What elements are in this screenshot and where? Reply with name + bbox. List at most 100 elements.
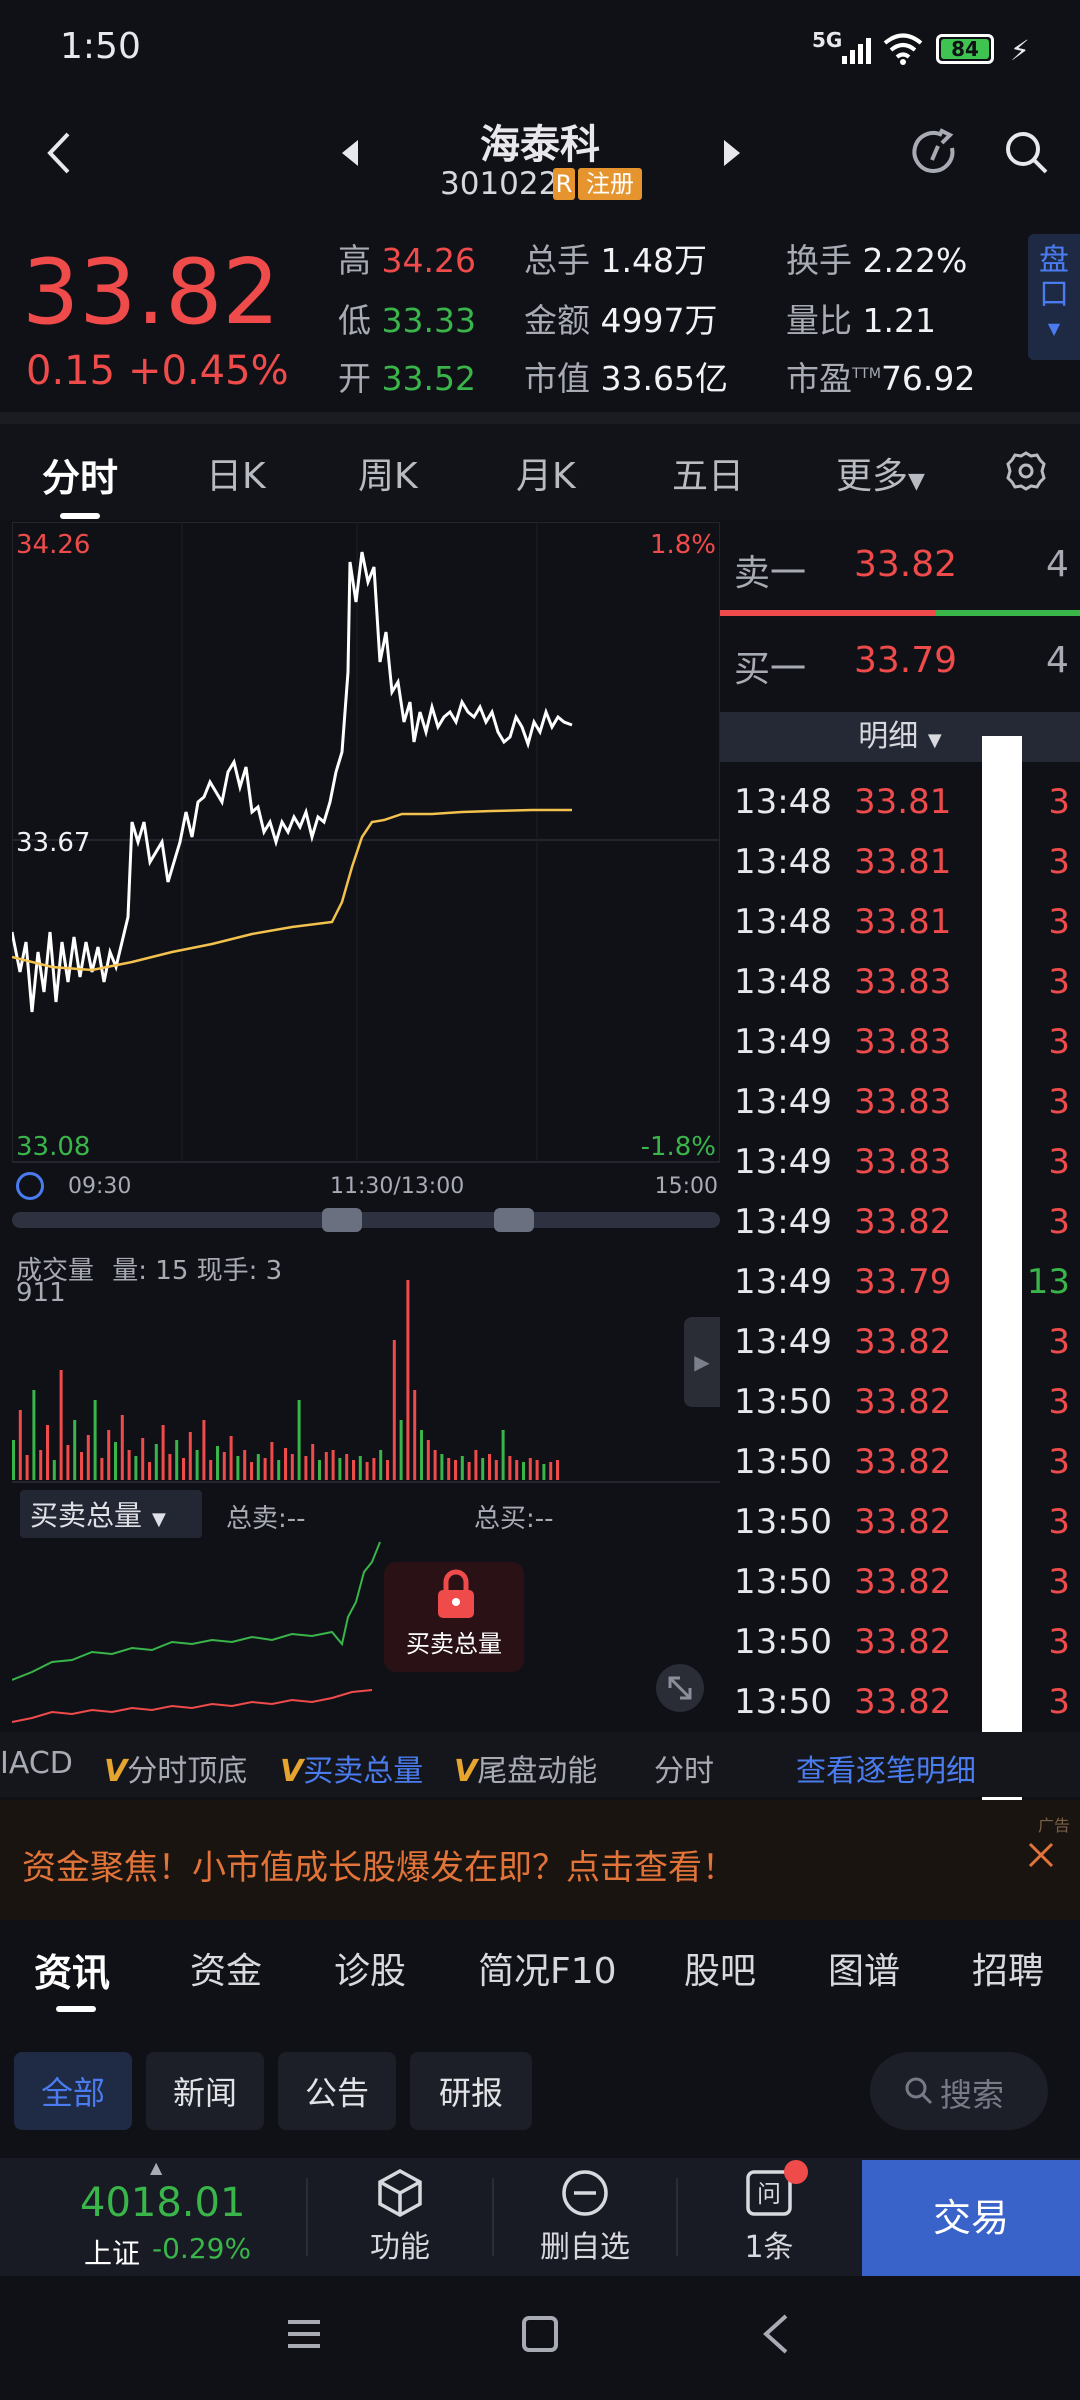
trade-price: 33.79	[854, 1262, 952, 1302]
tab-monthly-k[interactable]: 月K	[516, 447, 576, 499]
filter-all[interactable]: 全部	[14, 2052, 132, 2130]
intraday-chart[interactable]: 34.26 33.67 33.08 1.8% -1.8% 09:30 11:30…	[10, 521, 721, 1732]
current-price: 33.82	[22, 240, 280, 345]
notification-dot	[784, 2160, 808, 2184]
indicator-v2[interactable]: V买卖总量	[280, 1746, 423, 1790]
ad-tag: 广告	[1038, 1816, 1071, 1835]
trade-row: 13:49 33.79 13	[720, 1252, 1080, 1312]
trade-price: 33.82	[854, 1502, 952, 1542]
pct-axis-low: -1.8%	[640, 1132, 716, 1162]
trade-row: 13:48 33.81 3	[720, 832, 1080, 892]
turnover-label: 换手	[786, 241, 852, 280]
high-value: 34.26	[381, 241, 476, 280]
trade-button[interactable]: 交易	[862, 2160, 1080, 2276]
tab-more-label: 更多	[836, 456, 909, 497]
orderbook-side-tab[interactable]: 盘口 ▼	[1028, 234, 1080, 360]
back-nav-icon[interactable]	[758, 2312, 794, 2360]
wifi-icon	[882, 32, 924, 70]
settings-gear-icon[interactable]	[1004, 449, 1048, 497]
tab-daily-k[interactable]: 日K	[206, 447, 266, 499]
pe-label: 市盈	[786, 359, 852, 398]
total-sell-label: 总卖:--	[226, 1504, 306, 1534]
indicator-dropdown[interactable]: 买卖总量 ▼	[20, 1490, 202, 1538]
tab-graph[interactable]: 图谱	[828, 1942, 900, 1994]
back-button[interactable]	[40, 128, 80, 182]
trade-qty: 3	[1048, 782, 1070, 822]
index-value: 4018.01	[80, 2180, 246, 2226]
trade-price: 33.83	[854, 962, 952, 1002]
filter-announcements[interactable]: 公告	[278, 2052, 396, 2130]
tab-forum[interactable]: 股吧	[684, 1942, 756, 1994]
ad-text[interactable]: 资金聚焦！小市值成长股爆发在即？点击查看！	[22, 1840, 736, 1889]
ad-banner[interactable]: 资金聚焦！小市值成长股爆发在即？点击查看！ 广告	[0, 1800, 1080, 1920]
divider	[492, 2178, 494, 2256]
home-icon[interactable]	[520, 2314, 560, 2358]
pe-value: 76.92	[880, 359, 976, 398]
remove-watchlist-button[interactable]: 删自选	[520, 2168, 650, 2266]
stock-name: 海泰科	[480, 122, 600, 168]
view-tick-detail-link[interactable]: 查看逐笔明细	[796, 1746, 976, 1790]
refresh-icon[interactable]	[908, 126, 962, 184]
trade-row: 13:50 33.82 3	[720, 1372, 1080, 1432]
tab-profile-f10[interactable]: 简况F10	[478, 1942, 617, 1994]
indicator-v1[interactable]: V分时顶底	[104, 1746, 247, 1790]
vip-icon: V	[280, 1754, 304, 1789]
active-tab-indicator	[60, 513, 100, 519]
trade-time: 13:50	[734, 1382, 832, 1422]
detail-label: 明细	[858, 719, 919, 754]
tab-more[interactable]: 更多▼	[836, 447, 925, 499]
trade-row: 13:50 33.82 3	[720, 1432, 1080, 1492]
tab-jobs[interactable]: 招聘	[972, 1942, 1044, 1994]
trade-time: 13:48	[734, 842, 832, 882]
locked-feature[interactable]: 买卖总量	[384, 1562, 524, 1672]
indicator-v3-label: 尾盘动能	[477, 1754, 598, 1789]
indicator-v3[interactable]: V尾盘动能	[454, 1746, 597, 1790]
quote-panel: 33.82 0.15 +0.45% 高 34.26 低 33.33 开 33.5…	[0, 210, 1080, 410]
trade-qty: 3	[1048, 962, 1070, 1002]
volume-bars	[12, 1280, 559, 1480]
search-icon[interactable]	[1002, 128, 1052, 182]
total-sell-line	[11, 1689, 373, 1723]
tab-funds[interactable]: 资金	[190, 1942, 262, 1994]
time-marker-icon[interactable]	[16, 1172, 44, 1200]
index-ticker[interactable]: ▲ 4018.01 上证 -0.29%	[0, 2158, 306, 2276]
tab-info[interactable]: 资讯	[34, 1942, 110, 1997]
trade-qty: 3	[1048, 1322, 1070, 1362]
cube-icon	[340, 2168, 460, 2222]
prev-stock-button[interactable]	[338, 138, 362, 172]
trade-time: 13:48	[734, 782, 832, 822]
chart-period-tabs: 分时 日K 周K 月K 五日 更多▼	[0, 425, 1080, 520]
tab-diagnosis[interactable]: 诊股	[334, 1942, 406, 1994]
trade-time: 13:49	[734, 1262, 832, 1302]
tab-intraday[interactable]: 分时	[42, 447, 118, 502]
trade-row: 13:49 33.83 3	[720, 1132, 1080, 1192]
system-nav-bar	[0, 2276, 1080, 2400]
fullscreen-icon[interactable]	[656, 1664, 704, 1712]
stock-code: 301022	[440, 166, 559, 202]
function-button[interactable]: 功能	[340, 2168, 460, 2266]
trade-qty: 3	[1048, 1442, 1070, 1482]
filter-news[interactable]: 新闻	[146, 2052, 264, 2130]
trade-row: 13:48 33.81 3	[720, 772, 1080, 832]
collapse-panel-handle[interactable]: ▶	[684, 1317, 720, 1407]
menu-icon[interactable]	[284, 2314, 324, 2358]
vip-icon: V	[104, 1754, 128, 1789]
trade-list[interactable]: 13:48 33.81 3 13:48 33.81 3 13:48 33.81 3 13:48 33…	[720, 772, 1080, 1732]
stock-header: 海泰科 301022 R 注册	[0, 100, 1080, 210]
trade-qty: 3	[1048, 1082, 1070, 1122]
detail-dropdown[interactable]: 明细 ▼	[720, 712, 1080, 762]
indicator-intraday[interactable]: 分时	[654, 1746, 714, 1790]
tab-weekly-k[interactable]: 周K	[358, 447, 418, 499]
next-stock-button[interactable]	[720, 138, 744, 172]
ask-button[interactable]: 问 1条	[704, 2160, 834, 2266]
bottom-toolbar: ▲ 4018.01 上证 -0.29% 功能 删自选 问 1条 交易	[0, 2158, 1080, 2276]
trade-price: 33.82	[854, 1322, 952, 1362]
volume-value: 1.48万	[600, 241, 707, 280]
filter-research[interactable]: 研报	[410, 2052, 532, 2130]
close-icon[interactable]	[1024, 1838, 1058, 1876]
trade-row: 13:49 33.82 3	[720, 1192, 1080, 1252]
tab-five-day[interactable]: 五日	[672, 447, 744, 499]
indicator-macd[interactable]: IACD	[0, 1746, 73, 1781]
news-search-box[interactable]: 搜索	[870, 2052, 1048, 2130]
mcap-label: 市值	[524, 359, 590, 398]
